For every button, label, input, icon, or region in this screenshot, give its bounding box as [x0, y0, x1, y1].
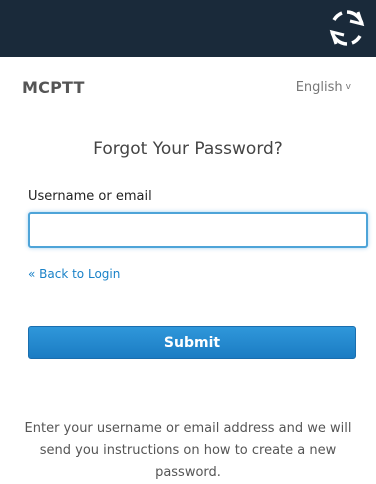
header: MCPTT English v — [0, 57, 376, 117]
help-text: Enter your username or email address and… — [24, 421, 352, 480]
language-selector[interactable]: English v — [296, 80, 351, 95]
username-label: Username or email — [28, 189, 152, 204]
refresh-icon — [329, 10, 365, 46]
username-input[interactable] — [28, 212, 368, 248]
language-label: English — [295, 80, 343, 95]
back-to-login-link[interactable]: « Back to Login — [28, 267, 120, 281]
chevron-down-icon: v — [345, 82, 351, 92]
top-bar — [0, 0, 376, 57]
submit-button[interactable]: Submit — [28, 326, 356, 359]
page-title: Forgot Your Password? — [93, 139, 283, 159]
brand-name: MCPTT — [22, 78, 85, 97]
